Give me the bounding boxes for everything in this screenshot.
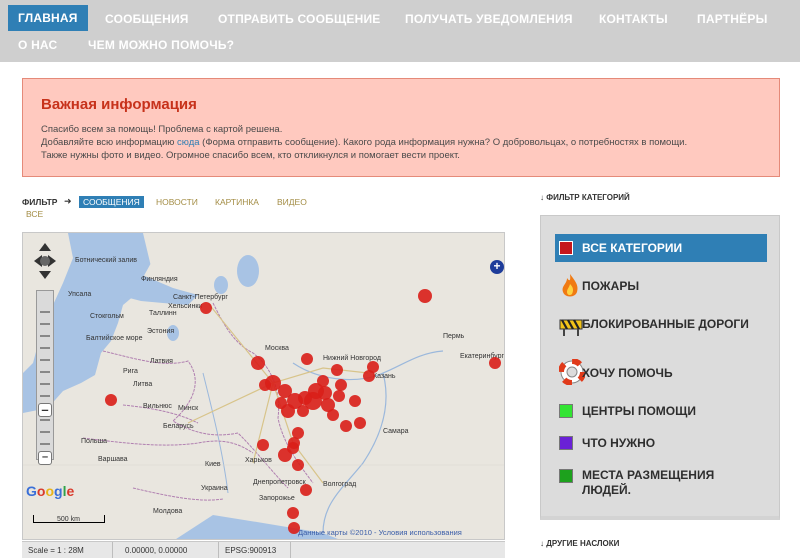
incident-marker[interactable] bbox=[331, 364, 343, 376]
layer-switcher-button[interactable]: + bbox=[490, 260, 504, 274]
nav-item-partners[interactable]: ПАРТНЁРЫ bbox=[697, 12, 768, 26]
incident-marker[interactable] bbox=[349, 395, 361, 407]
category-blocked-roads[interactable]: БЛОКИРОВАННЫЕ ДОРОГИ bbox=[555, 314, 767, 344]
category-filter-title: ↓ ФИЛЬТР КАТЕГОРИЙ bbox=[540, 193, 630, 202]
incident-marker[interactable] bbox=[327, 409, 339, 421]
incident-marker[interactable] bbox=[287, 442, 299, 454]
green-square-icon bbox=[559, 404, 573, 418]
important-info-box: Важная информация Спасибо всем за помощь… bbox=[22, 78, 780, 177]
incident-marker[interactable] bbox=[292, 459, 304, 471]
map-coordinates: 0.00000, 0.00000 bbox=[125, 546, 188, 555]
map-copyright[interactable]: Данные карты ©2010 - Условия использован… bbox=[298, 528, 462, 537]
nav-item-subscribe[interactable]: ПОЛУЧАТЬ УВЕДОМЛЕНИЯ bbox=[405, 12, 573, 26]
category-needs-label: ЧТО НУЖНО bbox=[582, 436, 656, 450]
zoom-slider-handle[interactable]: – bbox=[38, 403, 52, 417]
roadblock-icon bbox=[559, 319, 583, 336]
incident-marker[interactable] bbox=[257, 439, 269, 451]
map-scale-readout: Scale = 1 : 28M bbox=[28, 546, 84, 555]
category-blocked-roads-label: БЛОКИРОВАННЫЕ ДОРОГИ bbox=[582, 317, 749, 331]
incident-map[interactable]: Ботнический залив Финляндия Хельсинки Са… bbox=[22, 232, 505, 540]
map-scale-text: 500 km bbox=[57, 516, 80, 523]
incident-markers bbox=[105, 289, 501, 534]
incident-marker[interactable] bbox=[287, 507, 299, 519]
incident-marker[interactable] bbox=[200, 302, 212, 314]
map-projection: EPSG:900913 bbox=[225, 546, 277, 555]
incident-marker[interactable] bbox=[489, 357, 501, 369]
incident-marker[interactable] bbox=[300, 484, 312, 496]
category-fires-label: ПОЖАРЫ bbox=[582, 279, 640, 293]
filter-tab-all[interactable]: ВСЕ bbox=[26, 209, 43, 219]
red-square-icon bbox=[559, 241, 573, 255]
zoom-out-button[interactable]: – bbox=[38, 451, 52, 465]
incident-marker[interactable] bbox=[301, 353, 313, 365]
arrow-right-icon: ➜ bbox=[64, 196, 72, 206]
filter-tab-news[interactable]: НОВОСТИ bbox=[156, 197, 198, 207]
nav-item-messages[interactable]: СООБЩЕНИЯ bbox=[105, 12, 189, 26]
filter-tab-messages[interactable]: СООБЩЕНИЯ bbox=[79, 196, 144, 208]
zoom-slider[interactable] bbox=[36, 290, 54, 460]
alert-title: Важная информация bbox=[41, 96, 197, 113]
category-help-centers-label: ЦЕНТРЫ ПОМОЩИ bbox=[582, 404, 696, 418]
incident-marker[interactable] bbox=[317, 375, 329, 387]
google-logo: Google bbox=[26, 483, 75, 499]
nav-item-home[interactable]: ГЛАВНАЯ bbox=[8, 5, 88, 31]
category-all-label: ВСЕ КАТЕГОРИИ bbox=[582, 241, 683, 255]
nav-item-send-message[interactable]: ОТПРАВИТЬ СООБЩЕНИЕ bbox=[218, 12, 380, 26]
top-navigation: ГЛАВНАЯ СООБЩЕНИЯ ОТПРАВИТЬ СООБЩЕНИЕ ПО… bbox=[0, 0, 800, 62]
nav-item-contacts[interactable]: КОНТАКТЫ bbox=[599, 12, 668, 26]
incident-marker[interactable] bbox=[105, 394, 117, 406]
alert-line-3: Также нужны фото и видео. Огромное спаси… bbox=[41, 150, 460, 161]
map-pan-control[interactable] bbox=[32, 241, 58, 281]
incident-marker[interactable] bbox=[335, 379, 347, 391]
incident-marker[interactable] bbox=[363, 370, 375, 382]
map-status-bar: Scale = 1 : 28M 0.00000, 0.00000 EPSG:90… bbox=[22, 541, 505, 558]
incident-marker[interactable] bbox=[281, 404, 295, 418]
category-shelters[interactable]: МЕСТА РАЗМЕЩЕНИЯ ЛЮДЕЙ. bbox=[555, 468, 767, 500]
incident-marker[interactable] bbox=[304, 392, 322, 410]
filter-label: ФИЛЬТР bbox=[22, 197, 58, 207]
alert-line-2-text: Добавляйте всю информацию bbox=[41, 137, 178, 148]
category-shelters-label: МЕСТА РАЗМЕЩЕНИЯ ЛЮДЕЙ. bbox=[582, 468, 715, 497]
filter-tab-video[interactable]: ВИДЕО bbox=[277, 197, 307, 207]
incident-marker[interactable] bbox=[251, 356, 265, 370]
alert-link-here[interactable]: сюда bbox=[177, 137, 200, 148]
category-needs[interactable]: ЧТО НУЖНО bbox=[555, 436, 767, 456]
incident-marker[interactable] bbox=[418, 289, 432, 303]
nav-item-how-to-help[interactable]: ЧЕМ МОЖНО ПОМОЧЬ? bbox=[88, 38, 234, 52]
purple-square-icon bbox=[559, 436, 573, 450]
category-help-centers[interactable]: ЦЕНТРЫ ПОМОЩИ bbox=[555, 404, 767, 424]
nav-item-about[interactable]: О НАС bbox=[18, 38, 57, 52]
category-all[interactable]: ВСЕ КАТЕГОРИИ bbox=[555, 234, 767, 262]
category-fires[interactable]: ПОЖАРЫ bbox=[555, 272, 767, 302]
alert-line-1: Спасибо всем за помощь! Проблема с карто… bbox=[41, 124, 283, 135]
incident-marker[interactable] bbox=[354, 417, 366, 429]
category-want-to-help-label: ХОЧУ ПОМОЧЬ bbox=[582, 366, 673, 380]
alert-line-2: Добавляйте всю информацию сюда (Форма от… bbox=[41, 137, 687, 148]
incident-marker[interactable] bbox=[259, 379, 271, 391]
incident-marker[interactable] bbox=[333, 390, 345, 402]
incident-marker[interactable] bbox=[340, 420, 352, 432]
fire-icon bbox=[562, 274, 578, 297]
category-want-to-help[interactable]: ХОЧУ ПОМОЧЬ bbox=[555, 359, 767, 389]
filter-tab-picture[interactable]: КАРТИНКА bbox=[215, 197, 259, 207]
dark-green-square-icon bbox=[559, 469, 573, 483]
alert-line-2-rest: (Форма отправить сообщение). Какого рода… bbox=[199, 137, 688, 148]
category-panel: ВСЕ КАТЕГОРИИ ПОЖАРЫ БЛОКИРОВАННЫЕ ДОРОГ… bbox=[540, 215, 780, 520]
other-layers-title: ↓ ДРУГИЕ НАСЛОКИ bbox=[540, 539, 620, 548]
